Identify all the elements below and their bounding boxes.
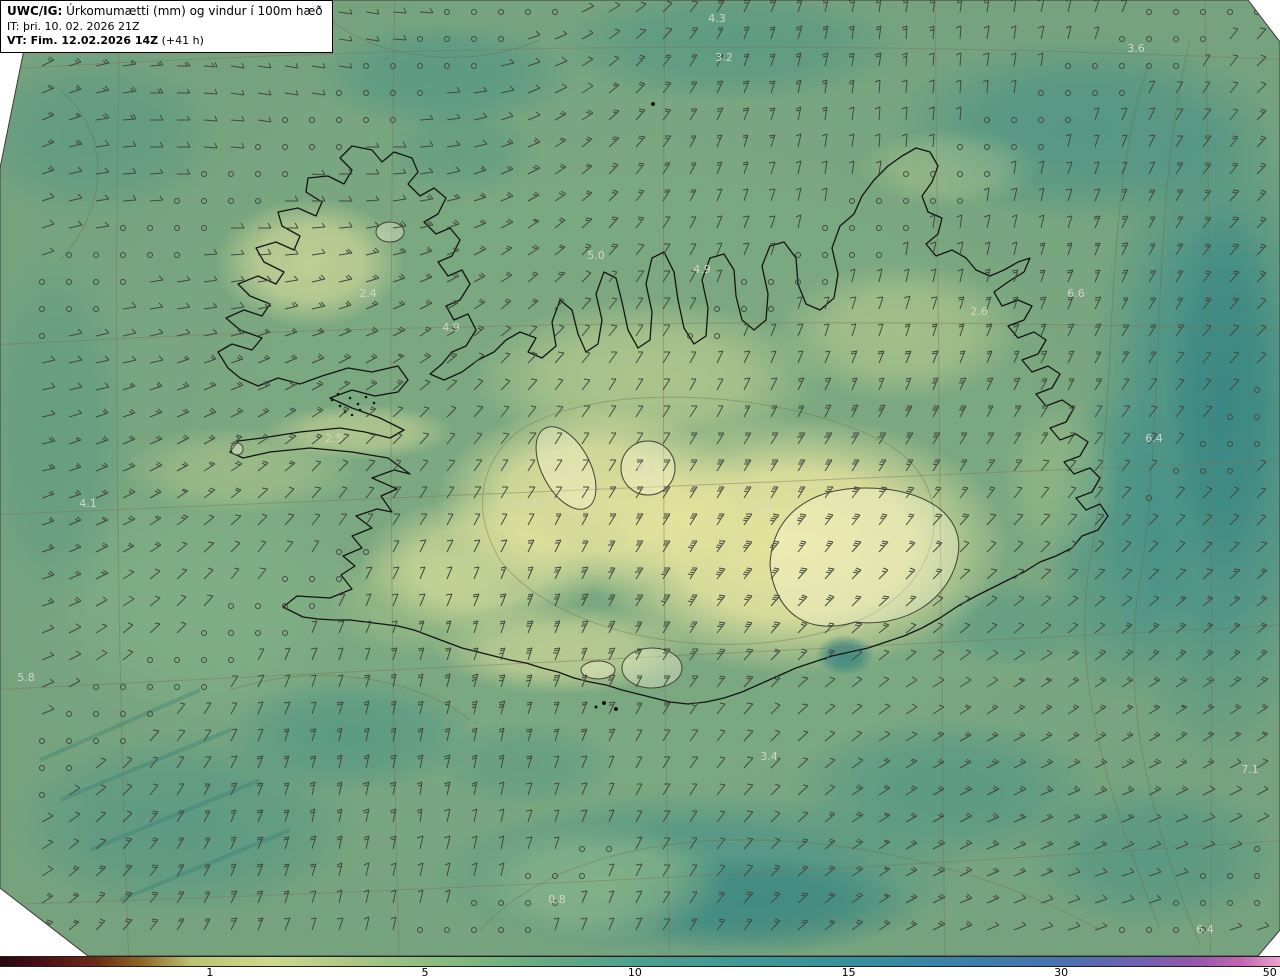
- valid-time: VT: Fim. 12.02.2026 14Z: [7, 33, 159, 47]
- map-value-label: 6.6: [1067, 287, 1085, 300]
- colorbar-tick-label: 30: [1054, 966, 1069, 979]
- product-title: Úrkomumætti (mm) og vindur í 100m hæð: [62, 4, 323, 18]
- map-value-label: 1.5: [522, 497, 540, 510]
- map-value-label: 4.3: [708, 12, 726, 25]
- weather-map: 4.3 3.2 3.6 5.0 4.9 2.4 6.6 2.6 4.9 2.5 6.4 4.1 4.1 1…: [0, 0, 1280, 957]
- valid-time-line: VT: Fim. 12.02.2026 14Z (+41 h): [7, 34, 323, 48]
- map-value-label: 3.4: [760, 750, 778, 763]
- model-id: UWC/IG:: [7, 4, 63, 18]
- map-value-label: 0.8: [548, 893, 566, 906]
- colorbar: 1 5 10 15 30 50: [0, 956, 1280, 978]
- colorbar-tick-label: 1: [206, 966, 214, 979]
- map-value-label: 4.9: [693, 263, 711, 276]
- colorbar-labels: 1 5 10 15 30 50: [0, 967, 1280, 978]
- colorbar-tick-label: 15: [841, 966, 856, 979]
- map-value-label: 5.8: [17, 671, 35, 684]
- map-value-label: 6.4: [1145, 432, 1163, 445]
- valid-offset: (+41 h): [158, 33, 204, 47]
- map-value-label: 2.6: [970, 305, 988, 318]
- map-value-label: 4.9: [442, 321, 460, 334]
- colorbar-tick-label: 50: [1262, 966, 1277, 979]
- init-time: IT: þri. 10. 02. 2026 21Z: [7, 19, 140, 33]
- map-value-label: 3.6: [1127, 42, 1145, 55]
- map-value-label: 4.1: [79, 497, 97, 510]
- colorbar-tick-label: 5: [421, 966, 429, 979]
- map-value-label: 5.0: [587, 249, 605, 262]
- colorbar-tick-label: 10: [627, 966, 642, 979]
- map-value-label: 0.9: [754, 502, 772, 515]
- title-box: UWC/IG: Úrkomumætti (mm) og vindur í 100…: [0, 0, 333, 54]
- map-value-label: 4.1: [637, 461, 655, 474]
- product-title-line: UWC/IG: Úrkomumætti (mm) og vindur í 100…: [7, 4, 323, 20]
- map-value-label: 2.5: [325, 432, 343, 445]
- map-value-label: 6.4: [1196, 923, 1214, 936]
- map-value-label: 7.1: [1241, 763, 1259, 776]
- map-value-label: 3.2: [715, 51, 733, 64]
- map-value-label: 2.4: [359, 287, 377, 300]
